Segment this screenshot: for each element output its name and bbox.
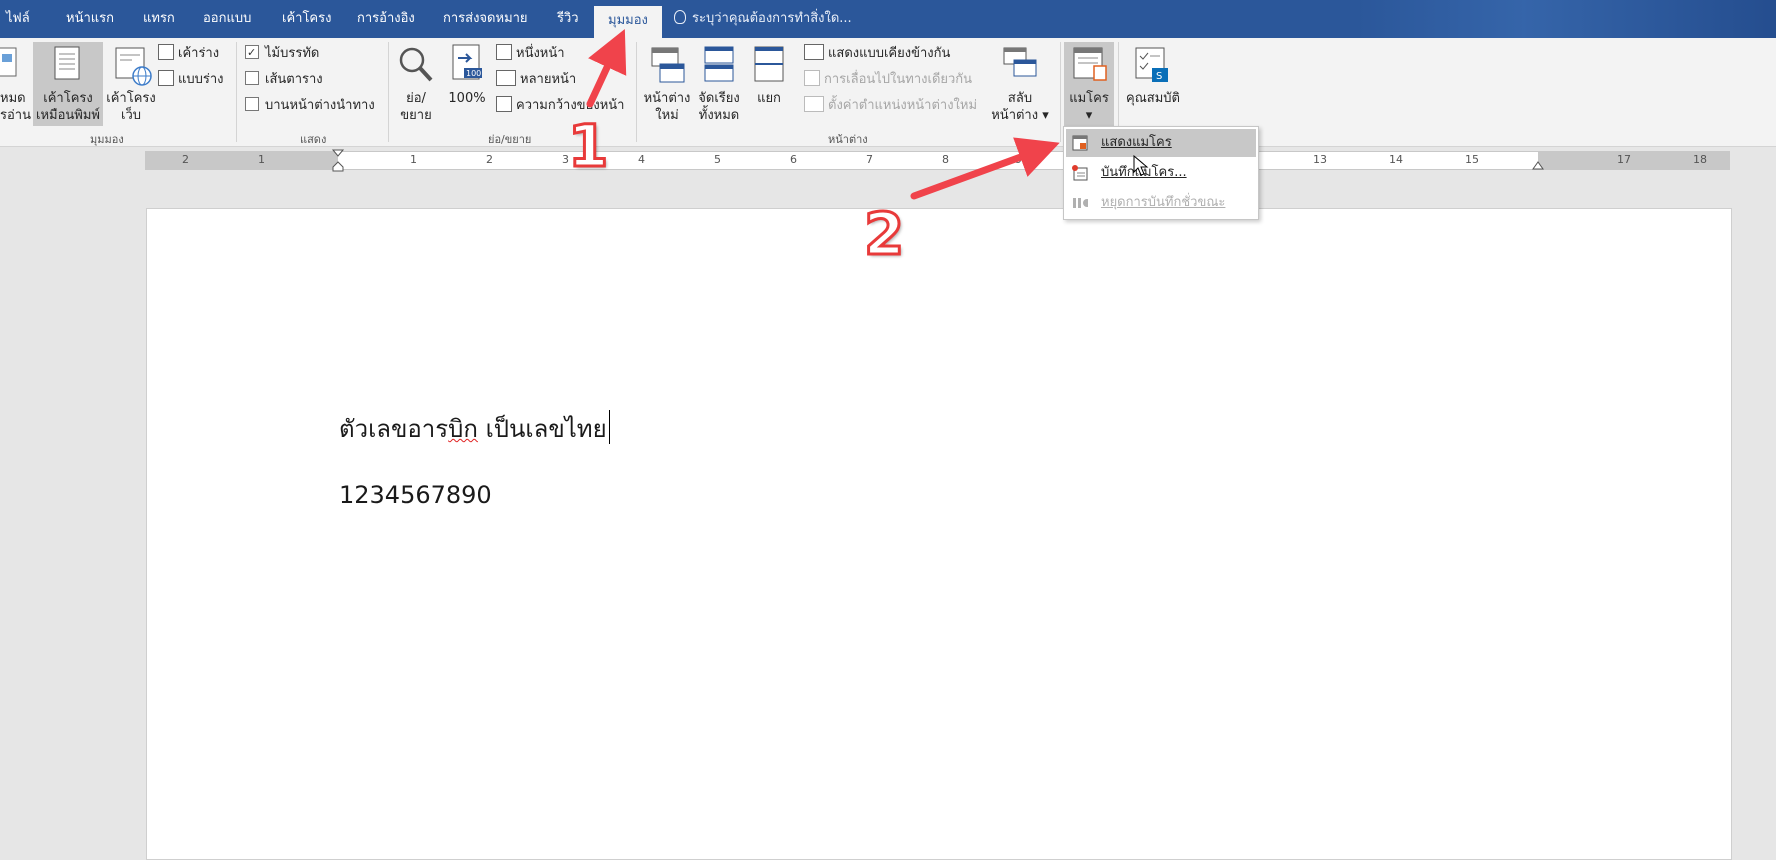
annotation-step-1: 1 bbox=[566, 111, 609, 182]
annotation-step-2: 2 bbox=[862, 199, 905, 270]
annotation-arrows bbox=[586, 28, 1060, 200]
arrow-to-view-macros bbox=[910, 137, 1060, 200]
arrow-to-view-tab bbox=[586, 28, 627, 108]
